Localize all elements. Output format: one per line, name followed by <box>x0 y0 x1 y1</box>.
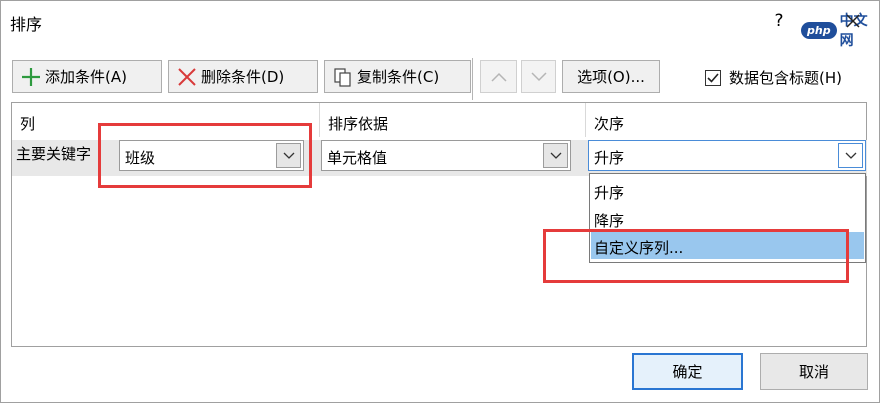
copy-condition-button[interactable]: 复制条件(C) <box>324 60 471 93</box>
options-label: 选项(O)... <box>577 68 645 86</box>
order-option-descending[interactable]: 降序 <box>591 205 864 232</box>
checkbox-check-icon <box>705 69 721 86</box>
column-header-column: 列 <box>12 103 320 137</box>
delete-condition-button[interactable]: 删除条件(D) <box>168 60 318 93</box>
chevron-down-icon <box>530 71 547 81</box>
add-condition-label: 添加条件(A) <box>45 68 127 86</box>
column-header-sort-on: 排序依据 <box>320 103 586 137</box>
order-option-ascending[interactable]: 升序 <box>591 177 864 204</box>
chevron-down-icon[interactable] <box>276 143 301 168</box>
column-select-value: 班级 <box>125 149 156 167</box>
move-down-button[interactable] <box>521 60 556 93</box>
chevron-down-icon[interactable] <box>838 143 863 168</box>
sort-on-select[interactable]: 单元格值 <box>321 140 571 171</box>
chevron-up-icon <box>490 72 507 82</box>
order-select-value: 升序 <box>594 149 625 167</box>
options-button[interactable]: 选项(O)... <box>562 60 660 93</box>
ok-button[interactable]: 确定 <box>632 353 743 390</box>
delete-x-icon <box>177 67 197 87</box>
watermark: php 中文网 <box>801 10 879 50</box>
toolbar-divider <box>472 58 473 100</box>
close-icon[interactable] <box>841 9 865 33</box>
sort-on-select-value: 单元格值 <box>327 149 388 167</box>
cancel-button[interactable]: 取消 <box>760 353 868 390</box>
add-condition-button[interactable]: 添加条件(A) <box>12 60 162 93</box>
move-up-button[interactable] <box>480 60 517 93</box>
chevron-down-icon[interactable] <box>543 143 568 168</box>
plus-icon <box>21 67 41 87</box>
order-select[interactable]: 升序 <box>588 140 866 171</box>
order-dropdown-list: 升序 降序 自定义序列... <box>589 173 866 263</box>
order-option-custom-list[interactable]: 自定义序列... <box>591 232 864 259</box>
sort-dialog: 排序 ? php 中文网 添加条件(A) 删除条件(D) 复制条件(C) 选项(… <box>0 0 880 403</box>
has-header-label: 数据包含标题(H) <box>729 69 842 87</box>
copy-condition-label: 复制条件(C) <box>357 68 440 86</box>
column-header-order: 次序 <box>594 115 625 133</box>
has-header-checkbox[interactable]: 数据包含标题(H) <box>705 67 842 88</box>
column-select[interactable]: 班级 <box>119 140 304 171</box>
primary-key-label: 主要关键字 <box>16 145 92 163</box>
copy-icon <box>333 67 353 87</box>
watermark-badge: php <box>801 21 837 39</box>
help-button[interactable]: ? <box>771 11 787 31</box>
delete-condition-label: 删除条件(D) <box>201 68 285 86</box>
dialog-title: 排序 <box>10 15 43 34</box>
